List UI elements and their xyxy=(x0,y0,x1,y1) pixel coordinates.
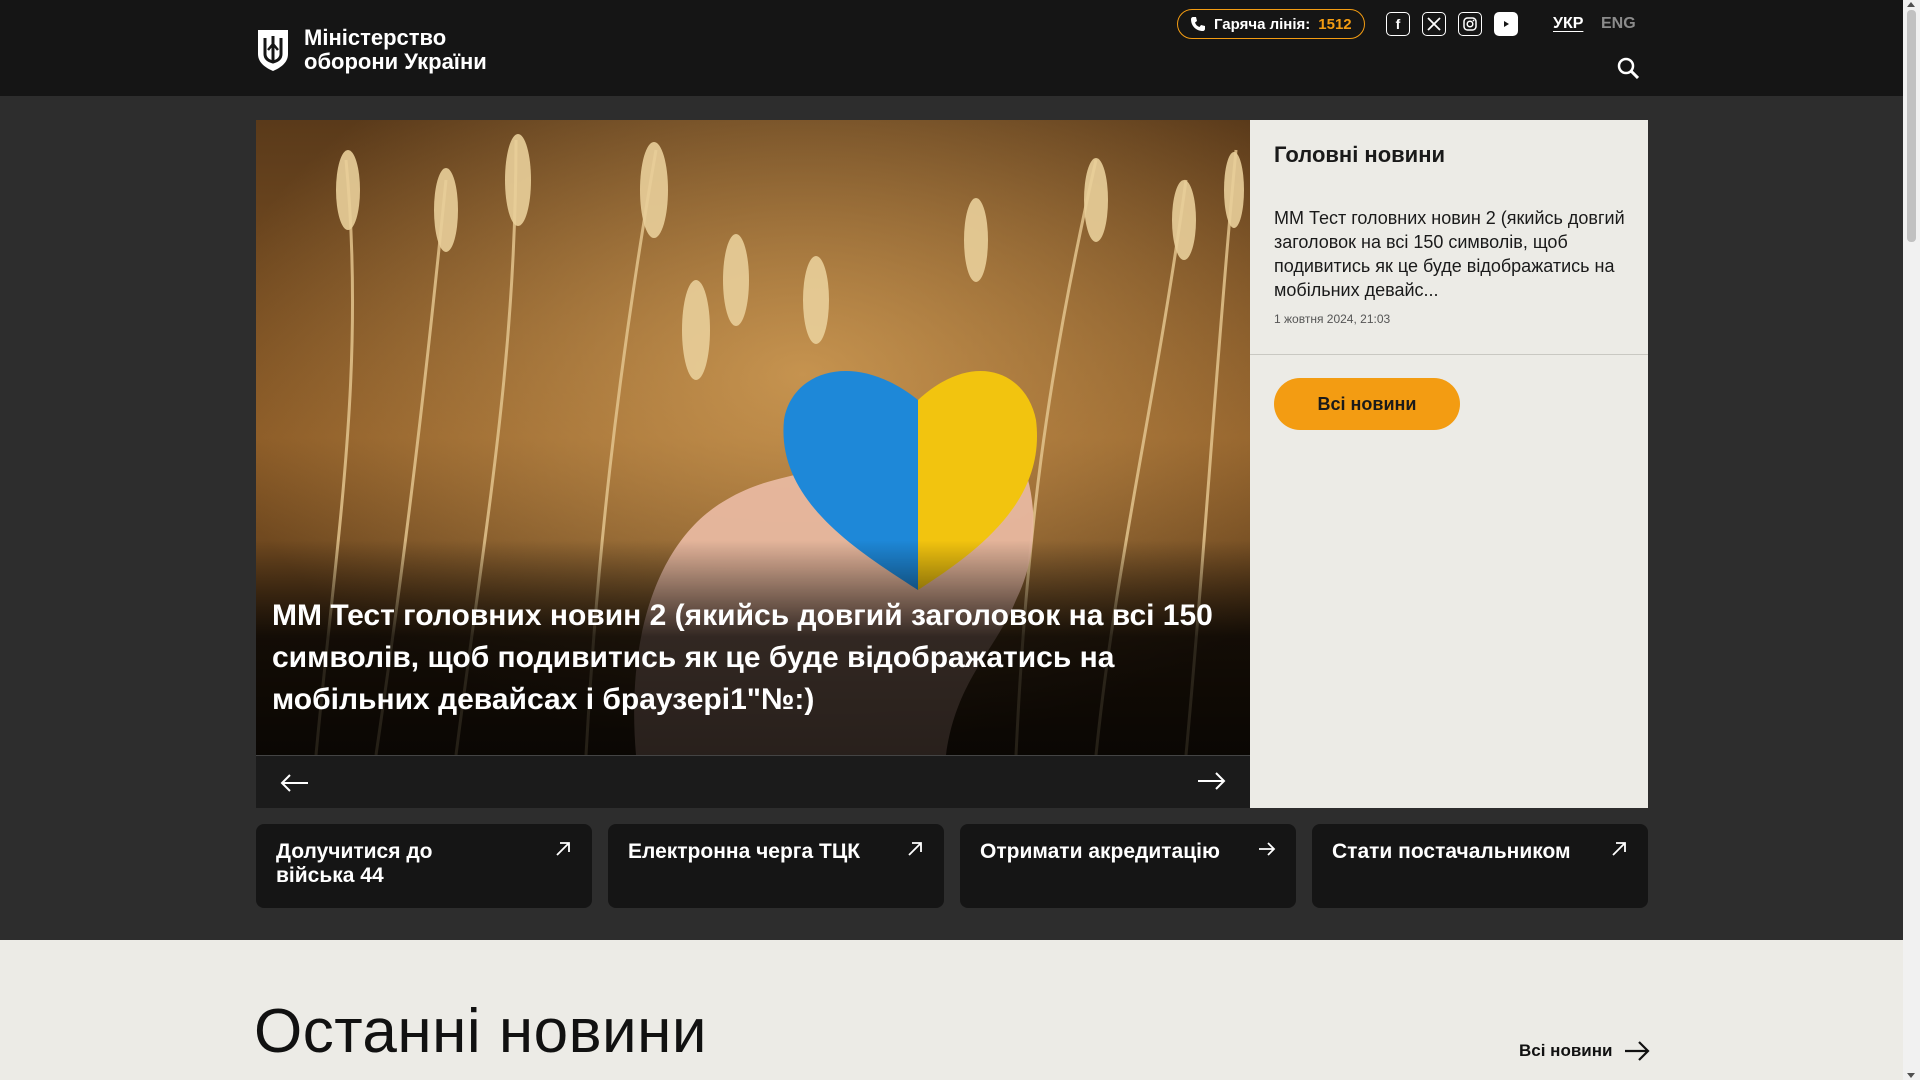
scroll-up-icon[interactable] xyxy=(1907,2,1915,7)
quick-link-card[interactable]: Електронна черга ТЦК xyxy=(608,824,944,908)
logo[interactable]: Міністерство оборони України xyxy=(256,26,487,74)
x-twitter-icon[interactable] xyxy=(1422,12,1446,36)
all-news-button[interactable]: Всі новини xyxy=(1274,378,1460,430)
scrollbar-thumb[interactable] xyxy=(1907,10,1916,242)
hero-title[interactable]: ММ Тест головних новин 2 (якийсь довгий … xyxy=(272,595,1232,721)
search-icon[interactable] xyxy=(1617,57,1639,79)
quick-link-label: Отримати акредитацію xyxy=(980,840,1220,863)
arrow-right-icon xyxy=(1625,1041,1651,1061)
social-links: f xyxy=(1386,12,1518,36)
facebook-icon[interactable]: f xyxy=(1386,12,1410,36)
logo-line-1: Міністерство xyxy=(304,25,447,50)
instagram-icon[interactable] xyxy=(1458,12,1482,36)
logo-text: Міністерство оборони України xyxy=(304,26,487,74)
top-news-panel: Головні новини ММ Тест головних новин 2 … xyxy=(1250,120,1648,808)
phone-icon xyxy=(1191,17,1205,31)
lang-ukr[interactable]: УКР xyxy=(1553,15,1583,33)
arrow-up-right-icon xyxy=(556,842,570,856)
arrow-up-right-icon xyxy=(1612,842,1626,856)
trident-emblem-icon xyxy=(258,30,288,71)
logo-line-2: оборони України xyxy=(304,49,487,74)
latest-news-heading: Останні новини xyxy=(254,997,708,1066)
arrow-right-icon xyxy=(1259,842,1276,856)
quick-link-label: Стати постачальником xyxy=(1332,840,1571,863)
quick-link-card[interactable]: Стати постачальником xyxy=(1312,824,1648,908)
page-scrollbar[interactable] xyxy=(1903,0,1920,1080)
arrow-up-right-icon xyxy=(908,842,922,856)
arrow-left-icon[interactable] xyxy=(278,768,310,796)
divider xyxy=(1250,354,1648,355)
quick-link-label: Електронна черга ТЦК xyxy=(628,840,861,863)
hotline-badge[interactable]: Гаряча лінія: 1512 xyxy=(1177,9,1365,39)
quick-link-card[interactable]: Долучитися до війська 44 xyxy=(256,824,592,908)
all-news-link[interactable]: Всі новини xyxy=(1519,1040,1651,1062)
hotline-label: Гаряча лінія: xyxy=(1214,15,1311,33)
scroll-down-icon[interactable] xyxy=(1907,1073,1915,1078)
top-news-heading: Головні новини xyxy=(1274,142,1446,167)
quick-link-card[interactable]: Отримати акредитацію xyxy=(960,824,1296,908)
arrow-right-icon[interactable] xyxy=(1196,768,1228,796)
youtube-icon[interactable] xyxy=(1494,12,1518,36)
hero-slider-nav xyxy=(256,755,1250,808)
all-news-link-label: Всі новини xyxy=(1519,1041,1613,1060)
quick-link-label: Долучитися до війська 44 xyxy=(276,840,433,887)
top-news-item-title[interactable]: ММ Тест головних новин 2 (якийсь довгий … xyxy=(1274,206,1626,302)
hotline-number: 1512 xyxy=(1318,15,1352,33)
hero-slide[interactable]: ММ Тест головних новин 2 (якийсь довгий … xyxy=(256,120,1250,755)
lang-eng[interactable]: ENG xyxy=(1601,15,1636,33)
top-news-item-date: 1 жовтня 2024, 21:03 xyxy=(1274,312,1391,326)
site-header: Міністерство оборони України Гаряча ліні… xyxy=(0,0,1903,96)
